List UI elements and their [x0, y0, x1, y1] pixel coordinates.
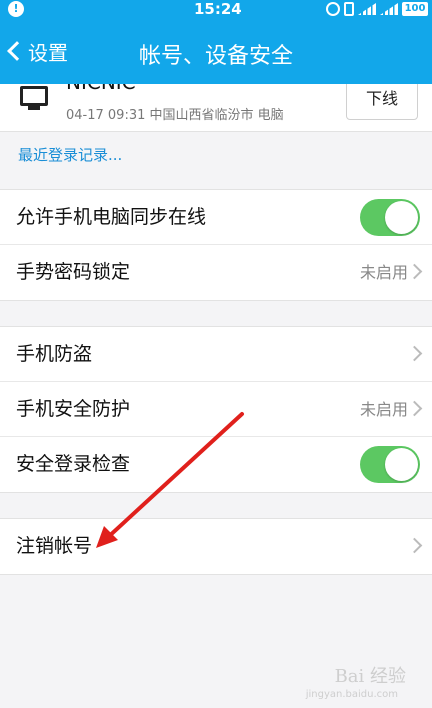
row-label: 手机防盗 — [16, 343, 93, 365]
row-sync-online[interactable]: 允许手机电脑同步在线 — [0, 190, 432, 245]
settings-group-sync: 允许手机电脑同步在线 手势密码锁定 未启用 — [0, 189, 432, 301]
row-phone-protection[interactable]: 手机安全防护 未启用 — [0, 382, 432, 437]
recent-login-link[interactable]: 最近登录记录... — [18, 144, 122, 165]
row-label: 手势密码锁定 — [16, 261, 131, 283]
battery-icon: 100 — [402, 2, 428, 16]
nav-bar: 设置 帐号、设备安全 — [0, 18, 432, 84]
signal-icon — [380, 3, 398, 15]
toggle-knob — [385, 448, 418, 481]
device-name: NICNIC — [66, 84, 136, 94]
status-bar: ! 15:24 100 — [0, 0, 432, 18]
row-label: 注销帐号 — [16, 535, 93, 557]
chevron-right-icon — [406, 400, 423, 417]
row-gesture-lock[interactable]: 手势密码锁定 未启用 — [0, 245, 432, 300]
row-value: 未启用 — [359, 263, 408, 282]
signal-icon — [358, 3, 376, 15]
device-meta: 04-17 09:31 中国山西省临汾市 电脑 — [66, 108, 284, 123]
computer-stand — [28, 106, 40, 110]
row-label: 手机安全防护 — [16, 398, 131, 420]
toggle-knob — [385, 201, 418, 234]
row-label: 允许手机电脑同步在线 — [16, 206, 207, 228]
chevron-right-icon — [406, 263, 423, 280]
computer-icon — [20, 86, 48, 106]
settings-group-account: 注销帐号 — [0, 518, 432, 575]
chevron-right-icon — [406, 537, 423, 554]
row-label: 安全登录检查 — [16, 453, 131, 475]
logout-device-button[interactable]: 下线 — [346, 84, 418, 120]
status-time: 15:24 — [194, 0, 242, 18]
chevron-right-icon — [406, 345, 423, 362]
status-icons: 100 — [326, 1, 428, 17]
sync-online-toggle[interactable] — [360, 199, 420, 236]
watermark: Bai 经验 — [334, 666, 406, 687]
watermark-url: jingyan.baidu.com — [305, 689, 398, 700]
row-login-check[interactable]: 安全登录检查 — [0, 437, 432, 492]
row-anti-theft[interactable]: 手机防盗 — [0, 327, 432, 382]
device-card: NICNIC 04-17 09:31 中国山西省临汾市 电脑 下线 — [0, 84, 432, 132]
notification-icon: ! — [8, 1, 24, 17]
page-title: 帐号、设备安全 — [138, 44, 293, 69]
alarm-icon — [326, 2, 340, 16]
vibrate-icon — [344, 2, 354, 16]
row-cancel-account[interactable]: 注销帐号 — [0, 519, 432, 574]
row-value: 未启用 — [359, 400, 408, 419]
login-check-toggle[interactable] — [360, 446, 420, 483]
settings-group-security: 手机防盗 手机安全防护 未启用 安全登录检查 — [0, 326, 432, 493]
